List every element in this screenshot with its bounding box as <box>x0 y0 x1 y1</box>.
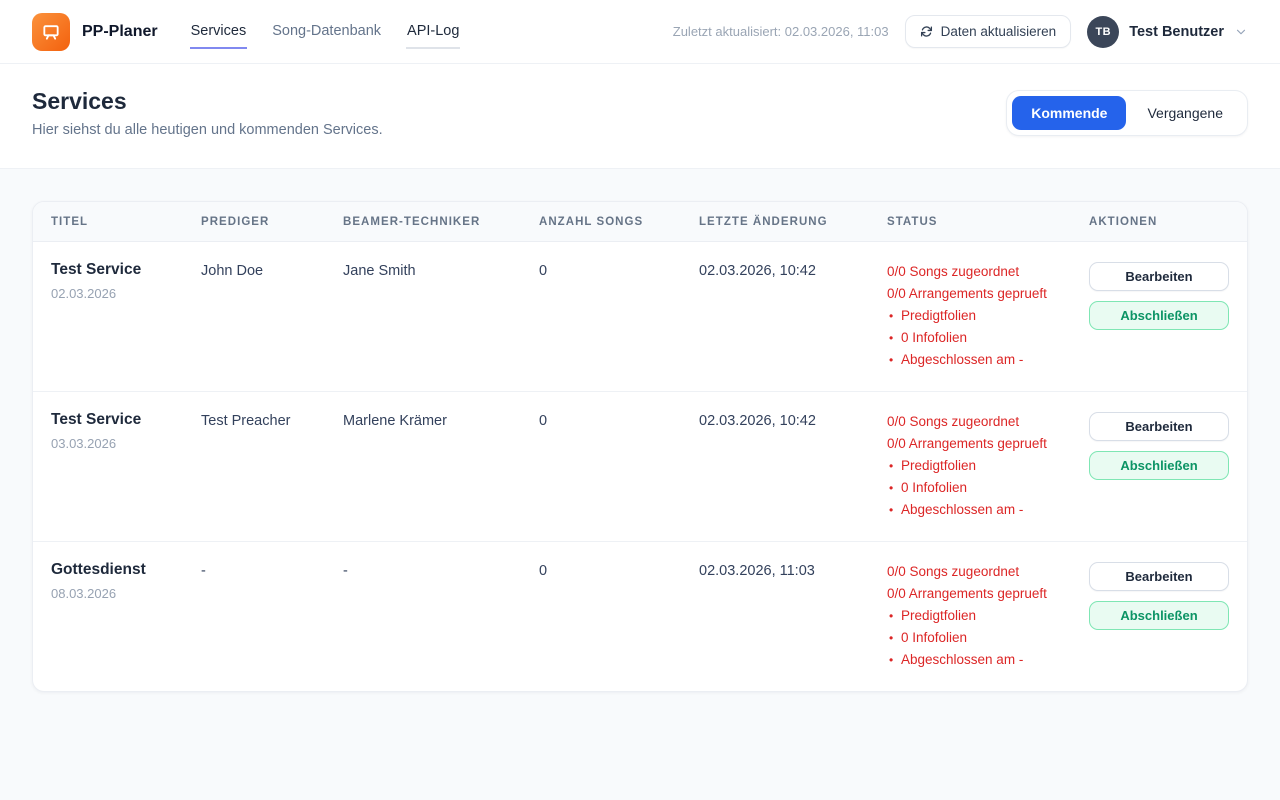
cell-actions: Bearbeiten Abschließen <box>1089 411 1229 480</box>
chevron-down-icon <box>1234 25 1248 39</box>
nav-item-services[interactable]: Services <box>190 15 248 49</box>
page-head: Services Hier siehst du alle heutigen un… <box>0 64 1280 169</box>
service-date: 08.03.2026 <box>51 586 201 601</box>
cell-status: 0/0 Songs zugeordnet0/0 Arrangements gep… <box>887 261 1089 371</box>
cell-last-change: 02.03.2026, 11:03 <box>699 561 887 581</box>
refresh-data-button[interactable]: Daten aktualisieren <box>905 15 1072 48</box>
complete-button[interactable]: Abschließen <box>1089 451 1229 480</box>
topbar: PP-Planer Services Song-Datenbank API-Lo… <box>0 0 1280 64</box>
status-bullet-line: Abgeschlossen am - <box>887 649 1089 671</box>
service-date: 03.03.2026 <box>51 436 201 451</box>
cell-technician: Jane Smith <box>343 261 539 281</box>
cell-title: Gottesdienst 08.03.2026 <box>51 561 201 601</box>
page-head-text: Services Hier siehst du alle heutigen un… <box>32 88 383 138</box>
edit-button[interactable]: Bearbeiten <box>1089 562 1229 591</box>
avatar: TB <box>1087 16 1119 48</box>
status-bullet-line: Predigtfolien <box>887 305 1089 327</box>
cell-last-change: 02.03.2026, 10:42 <box>699 411 887 431</box>
table-body: Test Service 02.03.2026 John Doe Jane Sm… <box>33 242 1247 691</box>
cell-song-count: 0 <box>539 561 699 581</box>
refresh-button-label: Daten aktualisieren <box>941 24 1057 39</box>
content: Titel Prediger Beamer-Techniker Anzahl S… <box>0 169 1280 724</box>
service-filter-toggle: Kommende Vergangene <box>1006 90 1248 136</box>
user-name: Test Benutzer <box>1129 24 1224 40</box>
status-line: 0/0 Arrangements geprueft <box>887 433 1089 455</box>
page-title: Services <box>32 88 383 115</box>
cell-status: 0/0 Songs zugeordnet0/0 Arrangements gep… <box>887 411 1089 521</box>
user-menu[interactable]: TB Test Benutzer <box>1087 16 1248 48</box>
app-logo <box>32 13 70 51</box>
cell-title: Test Service 02.03.2026 <box>51 261 201 301</box>
column-header-titel: Titel <box>51 216 201 228</box>
main-nav: Services Song-Datenbank API-Log <box>190 0 461 64</box>
column-header-aktionen: Aktionen <box>1089 216 1229 228</box>
status-line: 0/0 Songs zugeordnet <box>887 411 1089 433</box>
nav-item-song-datenbank[interactable]: Song-Datenbank <box>271 15 382 49</box>
table-row: Test Service 03.03.2026 Test Preacher Ma… <box>33 392 1247 542</box>
status-line: 0/0 Arrangements geprueft <box>887 583 1089 605</box>
service-title: Test Service <box>51 411 201 429</box>
cell-title: Test Service 03.03.2026 <box>51 411 201 451</box>
service-date: 02.03.2026 <box>51 286 201 301</box>
cell-last-change: 02.03.2026, 10:42 <box>699 261 887 281</box>
table-row: Test Service 02.03.2026 John Doe Jane Sm… <box>33 242 1247 392</box>
cell-preacher: John Doe <box>201 261 343 281</box>
cell-preacher: Test Preacher <box>201 411 343 431</box>
cell-technician: Marlene Krämer <box>343 411 539 431</box>
edit-button[interactable]: Bearbeiten <box>1089 412 1229 441</box>
presentation-screen-icon <box>41 22 61 42</box>
column-header-letzte-aenderung: Letzte Änderung <box>699 216 887 228</box>
refresh-icon <box>920 25 933 38</box>
cell-status: 0/0 Songs zugeordnet0/0 Arrangements gep… <box>887 561 1089 671</box>
cell-preacher: - <box>201 561 343 581</box>
status-bullet-line: Predigtfolien <box>887 605 1089 627</box>
last-updated-text: Zuletzt aktualisiert: 02.03.2026, 11:03 <box>673 24 889 39</box>
topbar-right: Zuletzt aktualisiert: 02.03.2026, 11:03 … <box>673 15 1248 48</box>
status-bullet-line: Abgeschlossen am - <box>887 499 1089 521</box>
column-header-anzahl-songs: Anzahl Songs <box>539 216 699 228</box>
service-title: Gottesdienst <box>51 561 201 579</box>
table-row: Gottesdienst 08.03.2026 - - 0 02.03.2026… <box>33 542 1247 691</box>
table-header-row: Titel Prediger Beamer-Techniker Anzahl S… <box>33 202 1247 242</box>
cell-actions: Bearbeiten Abschließen <box>1089 261 1229 330</box>
complete-button[interactable]: Abschließen <box>1089 301 1229 330</box>
status-bullet-line: Predigtfolien <box>887 455 1089 477</box>
filter-past-button[interactable]: Vergangene <box>1128 96 1242 130</box>
page-subtitle: Hier siehst du alle heutigen und kommend… <box>32 122 383 138</box>
services-table: Titel Prediger Beamer-Techniker Anzahl S… <box>32 201 1248 692</box>
cell-song-count: 0 <box>539 261 699 281</box>
column-header-beamer-techniker: Beamer-Techniker <box>343 216 539 228</box>
status-line: 0/0 Songs zugeordnet <box>887 561 1089 583</box>
app-name: PP-Planer <box>82 23 158 41</box>
status-bullet-line: 0 Infofolien <box>887 627 1089 649</box>
column-header-status: Status <box>887 216 1089 228</box>
edit-button[interactable]: Bearbeiten <box>1089 262 1229 291</box>
status-line: 0/0 Arrangements geprueft <box>887 283 1089 305</box>
complete-button[interactable]: Abschließen <box>1089 601 1229 630</box>
status-bullet-line: 0 Infofolien <box>887 327 1089 349</box>
status-line: 0/0 Songs zugeordnet <box>887 261 1089 283</box>
column-header-prediger: Prediger <box>201 216 343 228</box>
status-bullet-line: Abgeschlossen am - <box>887 349 1089 371</box>
cell-actions: Bearbeiten Abschließen <box>1089 561 1229 630</box>
nav-item-api-log[interactable]: API-Log <box>406 15 460 49</box>
cell-technician: - <box>343 561 539 581</box>
filter-upcoming-button[interactable]: Kommende <box>1012 96 1126 130</box>
status-bullet-line: 0 Infofolien <box>887 477 1089 499</box>
cell-song-count: 0 <box>539 411 699 431</box>
service-title: Test Service <box>51 261 201 279</box>
